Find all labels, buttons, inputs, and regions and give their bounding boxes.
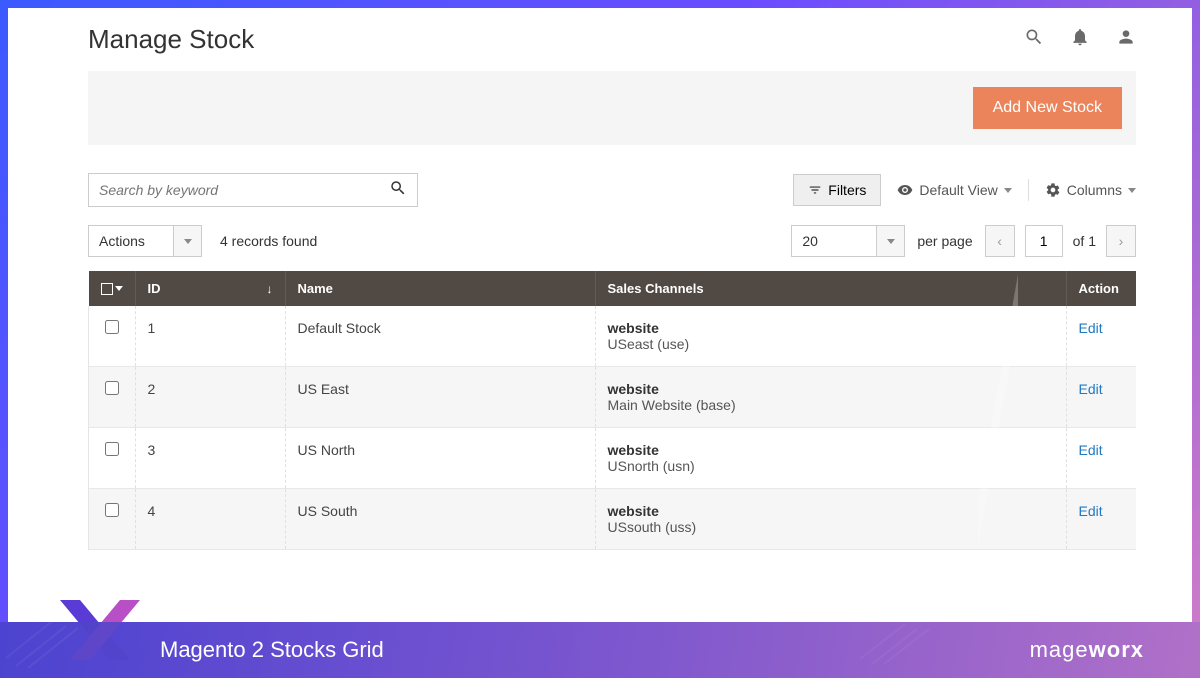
edit-link[interactable]: Edit	[1079, 320, 1103, 336]
filters-button[interactable]: Filters	[793, 174, 881, 206]
pager: ‹ of 1 ›	[985, 225, 1136, 257]
caption-title: Magento 2 Stocks Grid	[160, 637, 384, 663]
filters-label: Filters	[828, 182, 866, 198]
cell-id: 1	[135, 306, 285, 367]
prev-page-button[interactable]: ‹	[985, 225, 1015, 257]
records-found: 4 records found	[220, 233, 317, 249]
col-header-checkbox[interactable]	[89, 271, 136, 306]
default-view-dropdown[interactable]: Default View	[897, 182, 1011, 198]
col-header-name[interactable]: Name	[285, 271, 595, 306]
table-row: 4 US South website USsouth (uss) Edit	[89, 489, 1137, 550]
gear-icon	[1045, 182, 1061, 198]
divider	[1028, 179, 1029, 201]
account-icon[interactable]	[1116, 27, 1136, 52]
funnel-icon	[808, 183, 822, 197]
edit-link[interactable]: Edit	[1079, 442, 1103, 458]
cell-id: 4	[135, 489, 285, 550]
row-checkbox[interactable]	[105, 381, 119, 395]
caret-down-icon	[184, 239, 192, 244]
eye-icon	[897, 182, 913, 198]
channel-type: website	[608, 442, 1054, 458]
cell-sales-channels: website USnorth (usn)	[595, 428, 1066, 489]
caret-down-icon	[1004, 188, 1012, 193]
app-frame: Manage Stock Add New Stock Filters	[8, 8, 1192, 622]
columns-dropdown[interactable]: Columns	[1045, 182, 1136, 198]
row-checkbox[interactable]	[105, 320, 119, 334]
brand-logo: mageworx	[1030, 637, 1144, 663]
add-new-stock-button[interactable]: Add New Stock	[973, 87, 1122, 129]
search-icon[interactable]	[1024, 27, 1044, 52]
per-page-label: per page	[917, 233, 972, 249]
page-size-value: 20	[792, 226, 876, 256]
actions-dropdown[interactable]: Actions	[88, 225, 202, 257]
row-checkbox[interactable]	[105, 442, 119, 456]
row-checkbox[interactable]	[105, 503, 119, 517]
cell-id: 2	[135, 367, 285, 428]
channel-type: website	[608, 503, 1054, 519]
toolbar-row-1: Filters Default View Columns	[88, 173, 1136, 207]
table-row: 3 US North website USnorth (usn) Edit	[89, 428, 1137, 489]
search-submit-icon[interactable]	[389, 179, 407, 202]
default-view-label: Default View	[919, 182, 997, 198]
edit-link[interactable]: Edit	[1079, 503, 1103, 519]
col-id-label: ID	[148, 281, 161, 296]
stocks-grid: ID ↓ Name Sales Channels Action 1 Default…	[88, 271, 1136, 550]
toolbar-row-2: Actions 4 records found 20 per page ‹ of…	[88, 225, 1136, 257]
cell-sales-channels: website USsouth (uss)	[595, 489, 1066, 550]
caret-down-icon	[1128, 188, 1136, 193]
channel-detail: Main Website (base)	[608, 397, 1054, 413]
header-icons	[1024, 27, 1136, 52]
page-size-toggle[interactable]	[876, 226, 904, 256]
current-page-input[interactable]	[1025, 225, 1063, 257]
actions-dropdown-toggle[interactable]	[173, 226, 201, 256]
col-header-sales-channels[interactable]: Sales Channels	[595, 271, 1066, 306]
table-row: 2 US East website Main Website (base) Ed…	[89, 367, 1137, 428]
cell-name: US South	[285, 489, 595, 550]
col-header-id[interactable]: ID ↓	[135, 271, 285, 306]
notifications-icon[interactable]	[1070, 27, 1090, 52]
search-input[interactable]	[99, 182, 389, 198]
col-header-action: Action	[1066, 271, 1136, 306]
cell-id: 3	[135, 428, 285, 489]
channel-detail: USsouth (uss)	[608, 519, 1054, 535]
channel-detail: USnorth (usn)	[608, 458, 1054, 474]
cell-sales-channels: website Main Website (base)	[595, 367, 1066, 428]
page-of-label: of 1	[1073, 233, 1096, 249]
caret-down-icon	[887, 239, 895, 244]
channel-type: website	[608, 381, 1054, 397]
page-size-select[interactable]: 20	[791, 225, 905, 257]
caption-bar: Magento 2 Stocks Grid mageworx	[0, 622, 1200, 678]
cell-name: Default Stock	[285, 306, 595, 367]
edit-link[interactable]: Edit	[1079, 381, 1103, 397]
view-controls: Filters Default View Columns	[793, 174, 1136, 206]
columns-label: Columns	[1067, 182, 1122, 198]
actions-label: Actions	[89, 226, 173, 256]
action-bar: Add New Stock	[88, 71, 1136, 145]
sort-arrow-icon: ↓	[267, 282, 273, 296]
next-page-button[interactable]: ›	[1106, 225, 1136, 257]
search-box[interactable]	[88, 173, 418, 207]
channel-detail: USeast (use)	[608, 336, 1054, 352]
cell-name: US East	[285, 367, 595, 428]
page-header: Manage Stock	[88, 18, 1136, 67]
caret-down-icon	[115, 286, 123, 291]
table-row: 1 Default Stock website USeast (use) Edi…	[89, 306, 1137, 367]
page-title: Manage Stock	[88, 24, 254, 55]
cell-name: US North	[285, 428, 595, 489]
select-all-checkbox[interactable]	[101, 283, 113, 295]
cell-sales-channels: website USeast (use)	[595, 306, 1066, 367]
channel-type: website	[608, 320, 1054, 336]
